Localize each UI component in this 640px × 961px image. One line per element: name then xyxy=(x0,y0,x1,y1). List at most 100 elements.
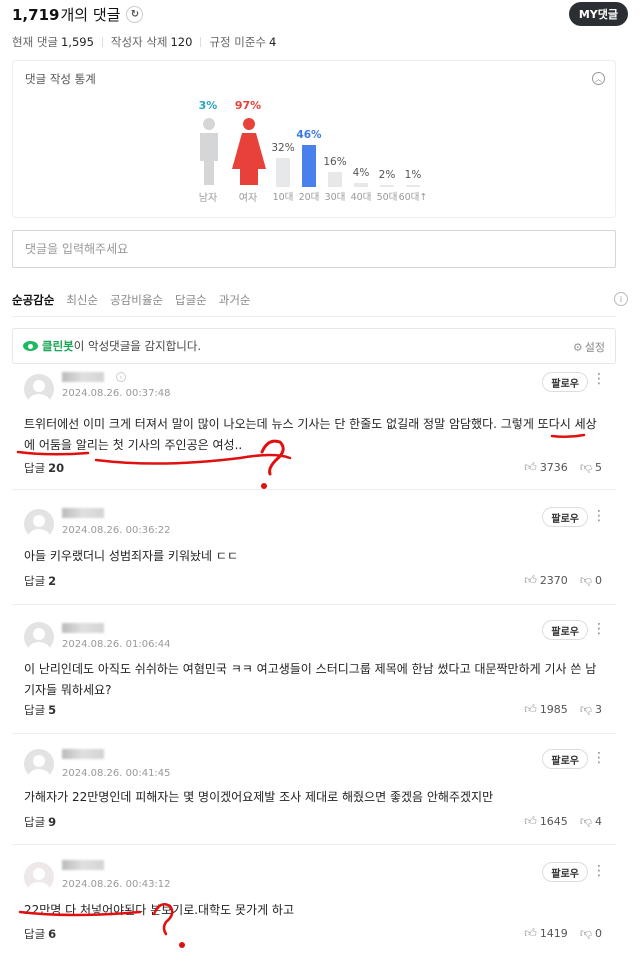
dislike-button[interactable]: 👎︎ 3 xyxy=(580,702,602,717)
thumbs-up-icon: 👍︎ xyxy=(524,573,537,587)
avatar[interactable] xyxy=(24,862,54,892)
violation-value: 4 xyxy=(269,35,277,49)
follow-button[interactable]: 팔로우 xyxy=(542,372,588,392)
vote-group: 👍︎ 2370 👎︎ 0 xyxy=(512,573,602,588)
blurred-nickname xyxy=(62,508,104,518)
age-bar-4 xyxy=(380,185,394,187)
total-count: 1,719 xyxy=(12,5,60,24)
thumbs-up-icon: 👍︎ xyxy=(524,460,537,474)
more-icon[interactable]: ⋮ xyxy=(592,372,606,386)
blurred-nickname xyxy=(62,372,104,382)
sort-tab-latest[interactable]: 최신순 xyxy=(66,292,98,308)
like-button[interactable]: 👍︎ 1985 xyxy=(524,702,568,717)
chevron-right-icon[interactable]: › xyxy=(116,372,126,382)
info-icon[interactable]: i xyxy=(614,292,628,306)
collapse-icon[interactable]: ︿ xyxy=(592,72,605,85)
reply-button[interactable]: 답글 9 xyxy=(24,814,56,830)
comment-item: 2024.08.26. 01:06:44 팔로우 ⋮ 이 난리인데도 아직도 쉬… xyxy=(12,606,616,734)
divider xyxy=(101,37,103,47)
blurred-nickname xyxy=(62,623,104,633)
dislike-button[interactable]: 👎︎ 5 xyxy=(580,460,602,475)
comment-meta: 현재 댓글 1,595 작성자 삭제 120 규정 미준수 4 xyxy=(12,34,276,50)
age-label-5: 60대↑ xyxy=(398,192,428,203)
vote-group: 👍︎ 1419 👎︎ 0 xyxy=(512,926,602,941)
reply-button[interactable]: 답글 2 xyxy=(24,573,56,589)
comment-date: 2024.08.26. 00:43:12 xyxy=(62,879,171,890)
more-icon[interactable]: ⋮ xyxy=(592,622,606,636)
like-button[interactable]: 👍︎ 3736 xyxy=(524,460,568,475)
thumbs-down-icon: 👎︎ xyxy=(579,573,592,587)
follow-button[interactable]: 팔로우 xyxy=(542,749,588,769)
comment-item: 2024.08.26. 00:41:45 팔로우 ⋮ 가해자가 22만명인데 피… xyxy=(12,735,616,845)
reply-button[interactable]: 답글 5 xyxy=(24,702,56,718)
thumbs-down-icon: 👎︎ xyxy=(579,926,592,940)
dislike-button[interactable]: 👎︎ 0 xyxy=(580,573,602,588)
comment-date: 2024.08.26. 00:41:45 xyxy=(62,768,171,779)
like-count: 3736 xyxy=(539,461,568,474)
sort-tab-replies[interactable]: 답글순 xyxy=(175,292,207,308)
age-bar-0 xyxy=(276,157,290,187)
avatar[interactable] xyxy=(24,622,54,652)
more-icon[interactable]: ⋮ xyxy=(592,509,606,523)
comment-text: 이 난리인데도 아직도 쉬쉬하는 여혐민국 ㅋㅋ 여고생들이 스터디그룹 제목에… xyxy=(24,662,597,697)
cleanbot-settings-button[interactable]: ⚙ 설정 xyxy=(573,339,605,355)
like-count: 1985 xyxy=(539,703,568,716)
sort-tab-top[interactable]: 순공감순 xyxy=(12,292,54,308)
comment-text: 22만명 다 처넣어야된다 본보기로.대학도 못가게 하고 xyxy=(24,903,294,917)
male-figure-icon xyxy=(200,118,218,185)
avatar[interactable] xyxy=(24,509,54,539)
like-button[interactable]: 👍︎ 1419 xyxy=(524,926,568,941)
like-button[interactable]: 👍︎ 2370 xyxy=(524,573,568,588)
follow-button[interactable]: 팔로우 xyxy=(542,862,588,882)
age-bar-3 xyxy=(354,183,368,187)
comment-text: 가해자가 22만명인데 피해자는 몇 명이겠어요제발 조사 제대로 해줬으면 좋… xyxy=(24,790,494,804)
more-icon[interactable]: ⋮ xyxy=(592,864,606,878)
current-value: 1,595 xyxy=(60,35,94,49)
divider xyxy=(12,316,616,317)
dislike-count: 0 xyxy=(595,927,602,940)
divider xyxy=(200,37,202,47)
comment-item: › 2024.08.26. 00:37:48 팔로우 ⋮ 트위터에선 이미 크게… xyxy=(12,366,616,490)
refresh-icon[interactable]: ↻ xyxy=(126,6,144,23)
reply-button[interactable]: 답글 6 xyxy=(24,926,56,942)
dislike-button[interactable]: 👎︎ 4 xyxy=(580,814,602,829)
comment-text: 아들 키우랬더니 성범죄자를 키워놨네 ㄷㄷ xyxy=(24,549,238,563)
follow-button[interactable]: 팔로우 xyxy=(542,620,588,640)
comments-header: 1,719 개의 댓글 ↻ MY댓글 현재 댓글 1,595 작성자 삭제 12… xyxy=(12,0,628,60)
comment-input-box[interactable] xyxy=(12,230,616,268)
age-bar-2 xyxy=(328,172,342,187)
thumbs-down-icon: 👎︎ xyxy=(579,702,592,716)
avatar[interactable] xyxy=(24,374,54,404)
like-count: 1419 xyxy=(539,927,568,940)
reply-count: 6 xyxy=(48,927,57,941)
reply-button[interactable]: 답글 20 xyxy=(24,460,64,476)
cleanbot-name: 클린봇 xyxy=(42,339,74,353)
reply-label: 답글 xyxy=(24,815,46,829)
dislike-count: 0 xyxy=(595,574,602,587)
like-button[interactable]: 👍︎ 1645 xyxy=(524,814,568,829)
follow-button[interactable]: 팔로우 xyxy=(542,507,588,527)
gender-female-percent: 97% xyxy=(234,99,262,112)
reply-label: 답글 xyxy=(24,461,46,475)
reply-label: 답글 xyxy=(24,574,46,588)
more-icon[interactable]: ⋮ xyxy=(592,751,606,765)
gear-icon: ⚙ xyxy=(572,340,583,354)
thumbs-down-icon: 👎︎ xyxy=(579,460,592,474)
sort-tab-ratio[interactable]: 공감비율순 xyxy=(110,292,163,308)
sort-tabs: 순공감순 최신순 공감비율순 답글순 과거순 xyxy=(12,290,262,310)
my-comments-button[interactable]: MY댓글 xyxy=(568,2,628,26)
gender-male-percent: 3% xyxy=(198,99,218,112)
sort-tab-oldest[interactable]: 과거순 xyxy=(219,292,251,308)
avatar[interactable] xyxy=(24,749,54,779)
female-figure-icon xyxy=(232,118,266,185)
comment-date: 2024.08.26. 00:37:48 xyxy=(62,388,171,399)
dislike-button[interactable]: 👎︎ 0 xyxy=(580,926,602,941)
dislike-count: 5 xyxy=(595,461,602,474)
comment-item: 2024.08.26. 00:36:22 팔로우 ⋮ 아들 키우랬더니 성범죄자… xyxy=(12,491,616,605)
eye-icon xyxy=(23,341,38,351)
comment-input[interactable] xyxy=(13,231,615,267)
thumbs-up-icon: 👍︎ xyxy=(524,926,537,940)
deleted-value: 120 xyxy=(170,35,193,49)
reply-label: 답글 xyxy=(24,927,46,941)
deleted-label: 작성자 삭제 xyxy=(110,35,168,49)
